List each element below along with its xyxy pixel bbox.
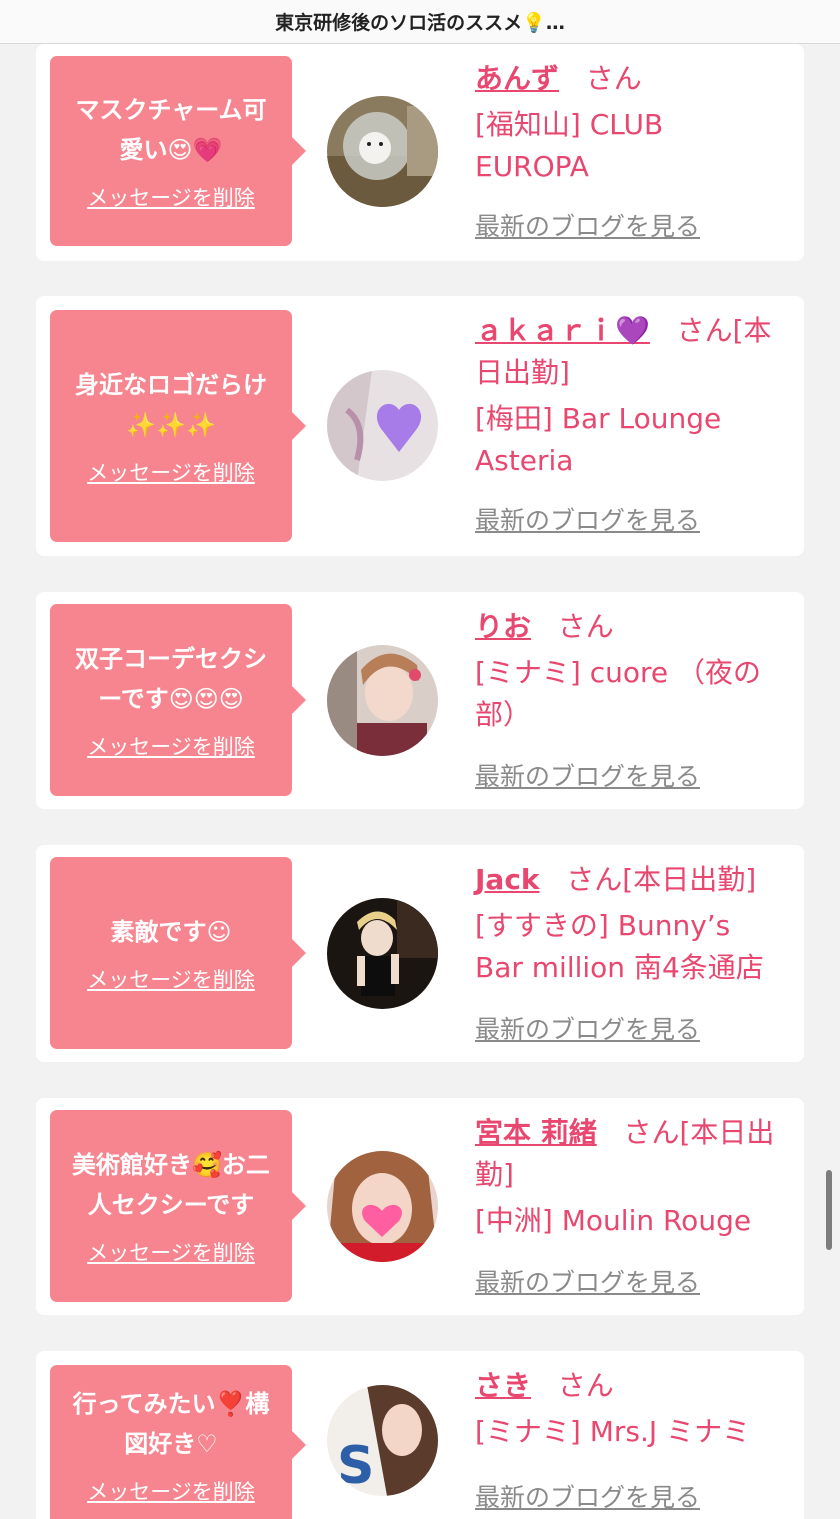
favorite-card: 双子コーデセクシ ーです😍😍😍 メッセージを削除 りお さん [ミナミ] cuo… (36, 592, 804, 809)
message-text: 行ってみたい❣️構 図好き♡ (73, 1384, 270, 1464)
message-text: 身近なロゴだらけ ✨✨✨ (75, 365, 267, 445)
honorific: さん (557, 1369, 614, 1402)
girl-info: ａｋａｒｉ💜 さん[本日出勤] [梅田] Bar Lounge Asteria … (475, 310, 791, 542)
shop-link[interactable]: [中洲] Moulin Rouge (475, 1200, 791, 1242)
avatar[interactable] (327, 96, 438, 207)
girl-suffix: さん (540, 610, 614, 643)
shop-link[interactable]: [ミナミ] Mrs.J ミナミ (475, 1411, 791, 1453)
shop-link[interactable]: [ミナミ] cuore （夜の 部） (475, 652, 791, 736)
honorific: さん (557, 610, 614, 643)
attendance-status: [本日出勤] (622, 863, 757, 896)
shop-line: [梅田] Bar Lounge (475, 402, 722, 435)
latest-blog-link[interactable]: 最新のブログを見る (475, 756, 700, 798)
girl-info: さき さん [ミナミ] Mrs.J ミナミ 最新のブログを見る (475, 1365, 791, 1519)
shop-line: [ミナミ] Mrs.J ミナミ (475, 1415, 751, 1448)
girl-name-link[interactable]: Jack (475, 863, 540, 896)
shop-line: [福知山] CLUB (475, 108, 664, 141)
message-line: 人セクシーです (87, 1191, 255, 1219)
girl-name-link[interactable]: ａｋａｒｉ💜 (475, 314, 650, 347)
avatar[interactable] (327, 370, 438, 481)
message-text: 素敵です☺ (110, 912, 231, 952)
girl-name-link[interactable]: あんず (475, 62, 559, 95)
shop-line: Asteria (475, 444, 574, 477)
message-line: 素敵です☺ (110, 918, 232, 946)
shop-line: Bar million 南4条通店 (475, 951, 764, 984)
message-bubble: 素敵です☺ メッセージを削除 (50, 857, 306, 1049)
delete-message-link[interactable]: メッセージを削除 (87, 1476, 255, 1506)
message-line: 身近なロゴだらけ (75, 371, 267, 399)
message-line: 愛い😍💗 (119, 136, 223, 164)
delete-message-link[interactable]: メッセージを削除 (87, 457, 255, 487)
avatar[interactable]: S (327, 1385, 438, 1496)
latest-blog-link[interactable]: 最新のブログを見る (475, 1262, 700, 1304)
svg-text:S: S (337, 1436, 374, 1496)
favorite-card: マスクチャーム可 愛い😍💗 メッセージを削除 あんず さん [福知山] CLUB… (36, 44, 804, 261)
delete-message-link[interactable]: メッセージを削除 (87, 964, 255, 994)
message-bubble: 身近なロゴだらけ ✨✨✨ メッセージを削除 (50, 310, 306, 542)
latest-blog-link[interactable]: 最新のブログを見る (475, 1477, 700, 1519)
delete-message-link[interactable]: メッセージを削除 (87, 1237, 255, 1267)
message-bubble: マスクチャーム可 愛い😍💗 メッセージを削除 (50, 56, 306, 246)
avatar[interactable] (327, 1151, 438, 1262)
message-line: マスクチャーム可 (75, 96, 267, 124)
message-text: 双子コーデセクシ ーです😍😍😍 (75, 639, 267, 719)
message-bubble: 美術館好き🥰お二 人セクシーです メッセージを削除 (50, 1110, 306, 1302)
message-line: 美術館好き🥰お二 (72, 1151, 270, 1179)
avatar[interactable] (327, 645, 438, 756)
page-title: 東京研修後のソロ活のススメ💡… (0, 0, 840, 44)
shop-link[interactable]: [福知山] CLUB EUROPA (475, 104, 791, 188)
girl-name-link[interactable]: りお (475, 610, 531, 643)
shop-line: [ミナミ] cuore （夜の (475, 656, 762, 689)
delete-message-link[interactable]: メッセージを削除 (87, 731, 255, 761)
scrollbar[interactable] (826, 1170, 832, 1250)
latest-blog-link[interactable]: 最新のブログを見る (475, 1009, 700, 1051)
honorific: さん (623, 1116, 680, 1149)
shop-line: [すすきの] Bunny’s (475, 909, 731, 942)
avatar[interactable] (327, 898, 438, 1009)
message-line: 双子コーデセクシ (75, 645, 267, 673)
message-line: 行ってみたい❣️構 (72, 1390, 270, 1418)
shop-line: 部） (475, 698, 532, 731)
message-bubble: 行ってみたい❣️構 図好き♡ メッセージを削除 (50, 1365, 306, 1519)
honorific: さん (676, 314, 733, 347)
girl-name-link[interactable]: 宮本 莉緒 (475, 1116, 597, 1149)
favorite-card: 身近なロゴだらけ ✨✨✨ メッセージを削除 ａｋａｒｉ💜 さん[本日出勤] [梅… (36, 296, 804, 556)
message-line: ✨✨✨ (126, 411, 216, 439)
shop-link[interactable]: [すすきの] Bunny’s Bar million 南4条通店 (475, 905, 791, 989)
girl-info: りお さん [ミナミ] cuore （夜の 部） 最新のブログを見る (475, 606, 791, 798)
shop-line: EUROPA (475, 150, 589, 183)
latest-blog-link[interactable]: 最新のブログを見る (475, 206, 700, 248)
shop-line: [中洲] Moulin Rouge (475, 1204, 752, 1237)
girl-suffix: さん (540, 1369, 614, 1402)
latest-blog-link[interactable]: 最新のブログを見る (475, 500, 700, 542)
honorific: さん (566, 863, 623, 896)
message-bubble: 双子コーデセクシ ーです😍😍😍 メッセージを削除 (50, 604, 306, 796)
girl-suffix: さん[本日出勤] (548, 863, 756, 896)
girl-info: Jack さん[本日出勤] [すすきの] Bunny’s Bar million… (475, 859, 791, 1051)
favorite-card: 美術館好き🥰お二 人セクシーです メッセージを削除 宮本 莉緒 さん[本日出勤]… (36, 1098, 804, 1315)
favorite-card: 素敵です☺ メッセージを削除 Jack さん[本日出勤] [すすきの] Bunn… (36, 845, 804, 1062)
girl-name-link[interactable]: さき (475, 1369, 531, 1402)
honorific: さん (585, 62, 642, 95)
message-text: 美術館好き🥰お二 人セクシーです (72, 1145, 270, 1225)
message-line: 図好き♡ (124, 1430, 218, 1458)
shop-link[interactable]: [梅田] Bar Lounge Asteria (475, 398, 791, 482)
message-text: マスクチャーム可 愛い😍💗 (75, 90, 266, 170)
girl-info: あんず さん [福知山] CLUB EUROPA 最新のブログを見る (475, 58, 791, 248)
favorite-card: 行ってみたい❣️構 図好き♡ メッセージを削除 S さき さん [ミナミ] Mr… (36, 1351, 804, 1519)
delete-message-link[interactable]: メッセージを削除 (87, 182, 255, 212)
girl-info: 宮本 莉緒 さん[本日出勤] [中洲] Moulin Rouge 最新のブログを… (475, 1112, 791, 1304)
girl-suffix: さん (568, 62, 642, 95)
message-line: ーです😍😍😍 (98, 685, 244, 713)
